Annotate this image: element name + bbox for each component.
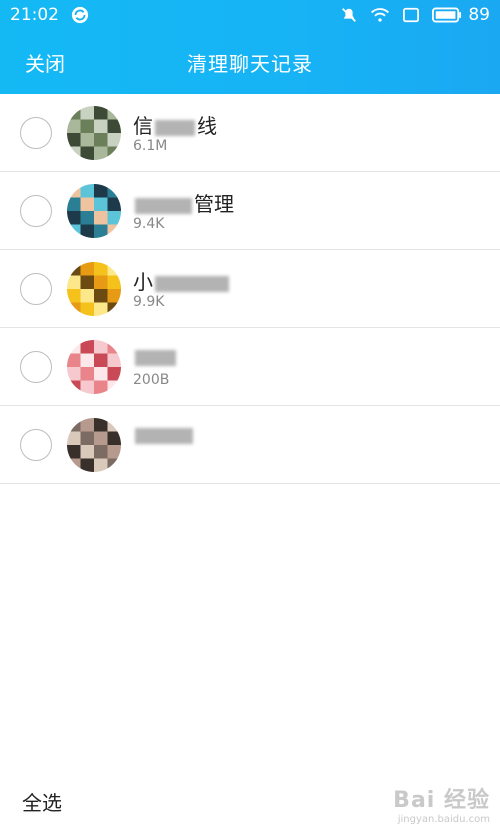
redacted-text: [155, 119, 195, 136]
status-time: 21:02: [10, 5, 59, 25]
battery-icon: [432, 7, 462, 23]
avatar: [67, 340, 121, 394]
mute-icon: [342, 8, 357, 22]
avatar-image: [67, 262, 121, 316]
watermark: Bai 经验 jingyan.baidu.com: [393, 782, 490, 825]
chat-row[interactable]: 管理 9.4K: [0, 172, 500, 250]
redacted-text: [135, 197, 192, 214]
contact-name: 信线: [133, 110, 217, 139]
battery: 89: [432, 5, 490, 25]
chat-size: 9.9K: [133, 294, 165, 310]
select-radio[interactable]: [20, 195, 52, 227]
avatar: [67, 418, 121, 472]
select-radio[interactable]: [20, 429, 52, 461]
watermark-url: jingyan.baidu.com: [397, 814, 490, 825]
redacted-text: [135, 427, 193, 444]
chat-size: 200B: [133, 372, 170, 388]
chat-row[interactable]: 信线 6.1M: [0, 94, 500, 172]
chat-row[interactable]: 小 9.9K: [0, 250, 500, 328]
screen-icon: [403, 7, 420, 23]
battery-level: 89: [468, 5, 490, 25]
chat-size: 6.1M: [133, 138, 168, 154]
contact-name: 小: [133, 266, 231, 295]
avatar-image: [67, 184, 121, 238]
contact-name: [133, 344, 178, 368]
avatar: [67, 106, 121, 160]
status-bar: 21:02 89: [0, 0, 500, 30]
contact-name-tail: 线: [197, 114, 217, 138]
avatar: [67, 184, 121, 238]
sync-icon: [71, 6, 89, 24]
avatar-image: [67, 340, 121, 394]
chat-size: 9.4K: [133, 216, 165, 232]
avatar-image: [67, 106, 121, 160]
nav-bar: 关闭 清理聊天记录: [0, 30, 500, 94]
redacted-text: [155, 275, 229, 292]
avatar-image: [67, 418, 121, 472]
contact-name: 管理: [133, 188, 234, 217]
select-radio[interactable]: [20, 351, 52, 383]
contact-name: [133, 422, 195, 446]
watermark-logo: Bai 经验: [393, 788, 490, 813]
redacted-text: [135, 349, 176, 366]
select-all-button[interactable]: 全选: [22, 787, 62, 816]
contact-name-visible: 小: [133, 270, 153, 294]
chat-row[interactable]: [0, 406, 500, 484]
contact-name-tail: 管理: [194, 192, 234, 216]
chat-list: 信线 6.1M 管理 9.4K 小 9.9K 200B: [0, 94, 500, 484]
status-icons: 89: [340, 5, 490, 25]
avatar: [67, 262, 121, 316]
chat-row[interactable]: 200B: [0, 328, 500, 406]
wifi-icon: [371, 8, 390, 22]
select-radio[interactable]: [20, 117, 52, 149]
contact-name-visible: 信: [133, 114, 153, 138]
app-header: 21:02 89 关闭 清理聊天记录: [0, 0, 500, 94]
select-radio[interactable]: [20, 273, 52, 305]
page-title: 清理聊天记录: [187, 52, 313, 76]
